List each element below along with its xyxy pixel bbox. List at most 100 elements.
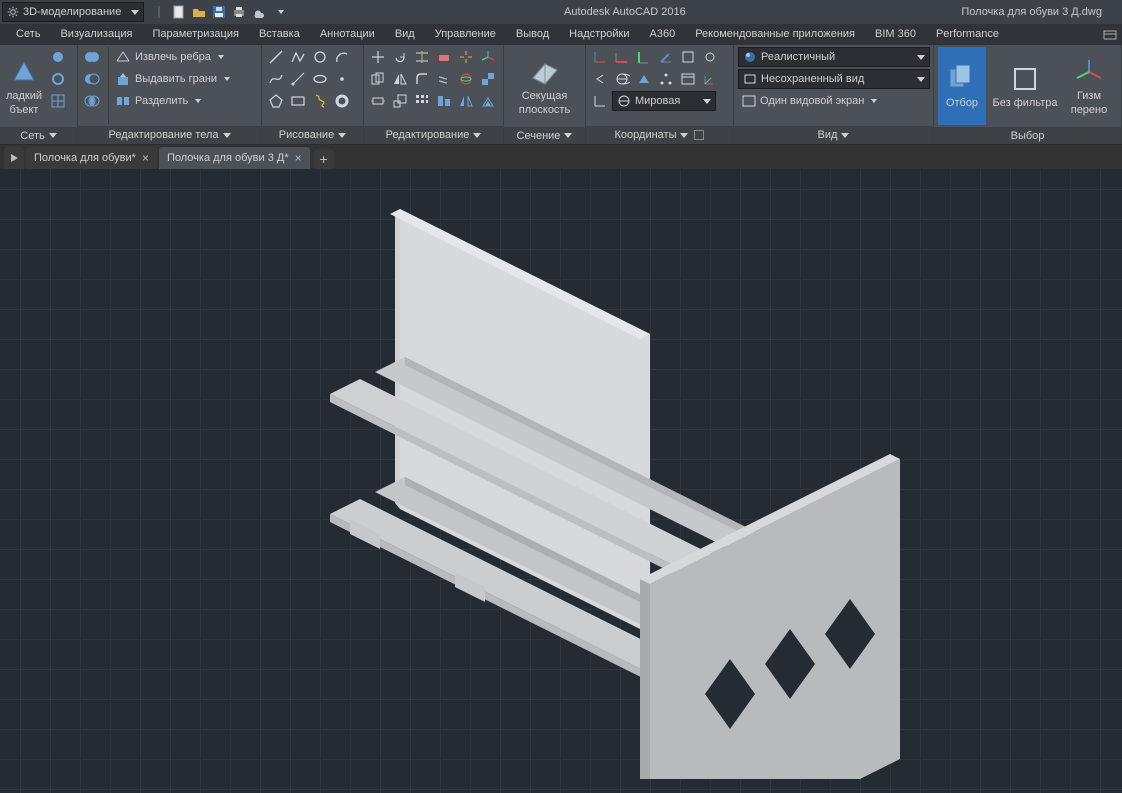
ribbon-tab-insert[interactable]: Вставка [249,24,310,45]
stretch-button[interactable] [368,91,388,111]
ribbon-tab-performance[interactable]: Performance [926,24,1009,45]
ribbon-tab-featured-apps[interactable]: Рекомендованные приложения [685,24,865,45]
document-tab-1[interactable]: Полочка для обуви* × [26,147,157,169]
spline-button[interactable] [266,69,286,89]
ucs-x-button[interactable] [612,47,632,67]
ucs-origin-button[interactable] [590,47,610,67]
3dalign-button[interactable] [478,69,498,89]
point-button[interactable] [332,69,352,89]
extrude-faces-button[interactable]: Выдавить грани [115,69,234,89]
start-tab[interactable] [4,147,24,169]
filter-button[interactable]: Отбор [938,47,986,125]
subtract-button[interactable] [82,69,102,89]
panel-mesh-title[interactable]: Сеть [0,127,77,144]
panel-coordinates-title[interactable]: Координаты [586,126,733,144]
polygon-button[interactable] [266,91,286,111]
qat-print-button[interactable] [230,3,248,21]
arc-button[interactable] [332,47,352,67]
dialog-launcher-icon[interactable] [694,130,704,140]
panel-draw-title[interactable]: Рисование [262,126,363,144]
ucs-z-button[interactable] [656,47,676,67]
ribbon-tab-manage[interactable]: Управление [425,24,506,45]
ribbon-tab-addins[interactable]: Надстройки [559,24,639,45]
panel-solid-editing-title[interactable]: Редактирование тела [78,126,261,144]
mirror-button[interactable] [390,69,410,89]
no-filter-button[interactable]: Без фильтра [990,47,1060,125]
line-button[interactable] [266,47,286,67]
ucs-object-button[interactable] [700,47,720,67]
3dmirror-button[interactable] [456,91,476,111]
model-viewport[interactable] [0,169,1122,793]
ucs-view-button[interactable] [678,47,698,67]
title-bar: 3D-моделирование Autodesk AutoCAD 2016 П… [0,0,1122,24]
mesh-less-smooth-button[interactable] [48,69,68,89]
ucs-face-button[interactable] [634,69,654,89]
rectangle-button[interactable] [288,91,308,111]
ribbon-tab-a360[interactable]: A360 [640,24,686,45]
ucs-3point-button[interactable] [656,69,676,89]
gizmo-button[interactable]: Гизм перено [1064,47,1114,125]
ribbon-minimize-button[interactable] [1098,24,1122,45]
ucs-y-button[interactable] [634,47,654,67]
smooth-object-button[interactable]: ладкий бъект [4,47,44,125]
panel-view-title[interactable]: Вид [734,126,933,144]
move-button[interactable] [368,47,388,67]
viewport-config-dropdown[interactable]: Один видовой экран [738,91,930,111]
panel-section-title[interactable]: Сечение [504,127,585,144]
ribbon-tab-view[interactable]: Вид [385,24,425,45]
intersect-button[interactable] [82,91,102,111]
new-tab-button[interactable]: + [314,149,334,169]
qat-dropdown[interactable] [270,3,288,21]
panel-selection-title[interactable]: Выбор [934,127,1121,144]
union-button[interactable] [82,47,102,67]
scale-button[interactable] [390,91,410,111]
ribbon-tab-output[interactable]: Вывод [506,24,559,45]
ucs-show-button[interactable] [590,91,610,111]
ucs-named-button[interactable] [678,69,698,89]
erase-button[interactable] [434,47,454,67]
document-tab-2[interactable]: Полочка для обуви 3 Д* × [159,147,310,169]
fillet-button[interactable] [412,69,432,89]
qat-save-button[interactable] [210,3,228,21]
qat-new-button[interactable] [170,3,188,21]
circle-button[interactable] [310,47,330,67]
ucs-world-button[interactable] [612,69,632,89]
polyline-button[interactable] [288,47,308,67]
qat-cloud-button[interactable] [250,3,268,21]
mesh-more-smooth-button[interactable] [48,47,68,67]
3drotate-button[interactable] [456,69,476,89]
ribbon-tab-visualize[interactable]: Визуализация [50,24,142,45]
panel-modify-title[interactable]: Редактирование [364,126,503,144]
mesh-refine-button[interactable] [48,91,68,111]
named-view-dropdown[interactable]: Несохраненный вид [738,69,930,89]
offset-button[interactable] [434,69,454,89]
ellipse-button[interactable] [310,69,330,89]
section-plane-button[interactable]: Секущая плоскость [517,47,573,125]
close-icon[interactable]: × [142,151,149,165]
helix-button[interactable] [310,91,330,111]
document-tab-bar: Полочка для обуви* × Полочка для обуви 3… [0,145,1122,169]
ribbon-tab-mesh[interactable]: Сеть [6,24,50,45]
ucs-icon-button[interactable] [700,69,720,89]
3dmove-button[interactable] [478,47,498,67]
ribbon-tab-bim360[interactable]: BIM 360 [865,24,926,45]
ribbon-tab-annotate[interactable]: Аннотации [310,24,385,45]
rotate-button[interactable] [390,47,410,67]
ucs-prev-button[interactable] [590,69,610,89]
explode-button[interactable] [456,47,476,67]
donut-button[interactable] [332,91,352,111]
close-icon[interactable]: × [295,151,302,165]
3dscale-button[interactable] [478,91,498,111]
separate-button[interactable]: Разделить [115,91,234,111]
copy-button[interactable] [368,69,388,89]
ray-button[interactable] [288,69,308,89]
trim-button[interactable] [412,47,432,67]
extract-edges-button[interactable]: Извлечь ребра [115,47,234,67]
align-button[interactable] [434,91,454,111]
workspace-switch-dropdown[interactable]: 3D-моделирование [2,2,144,22]
visual-style-dropdown[interactable]: Реалистичный [738,47,930,67]
ribbon-tab-parametric[interactable]: Параметризация [143,24,249,45]
array-button[interactable] [412,91,432,111]
ucs-dropdown[interactable]: Мировая [612,91,716,111]
qat-open-button[interactable] [190,3,208,21]
